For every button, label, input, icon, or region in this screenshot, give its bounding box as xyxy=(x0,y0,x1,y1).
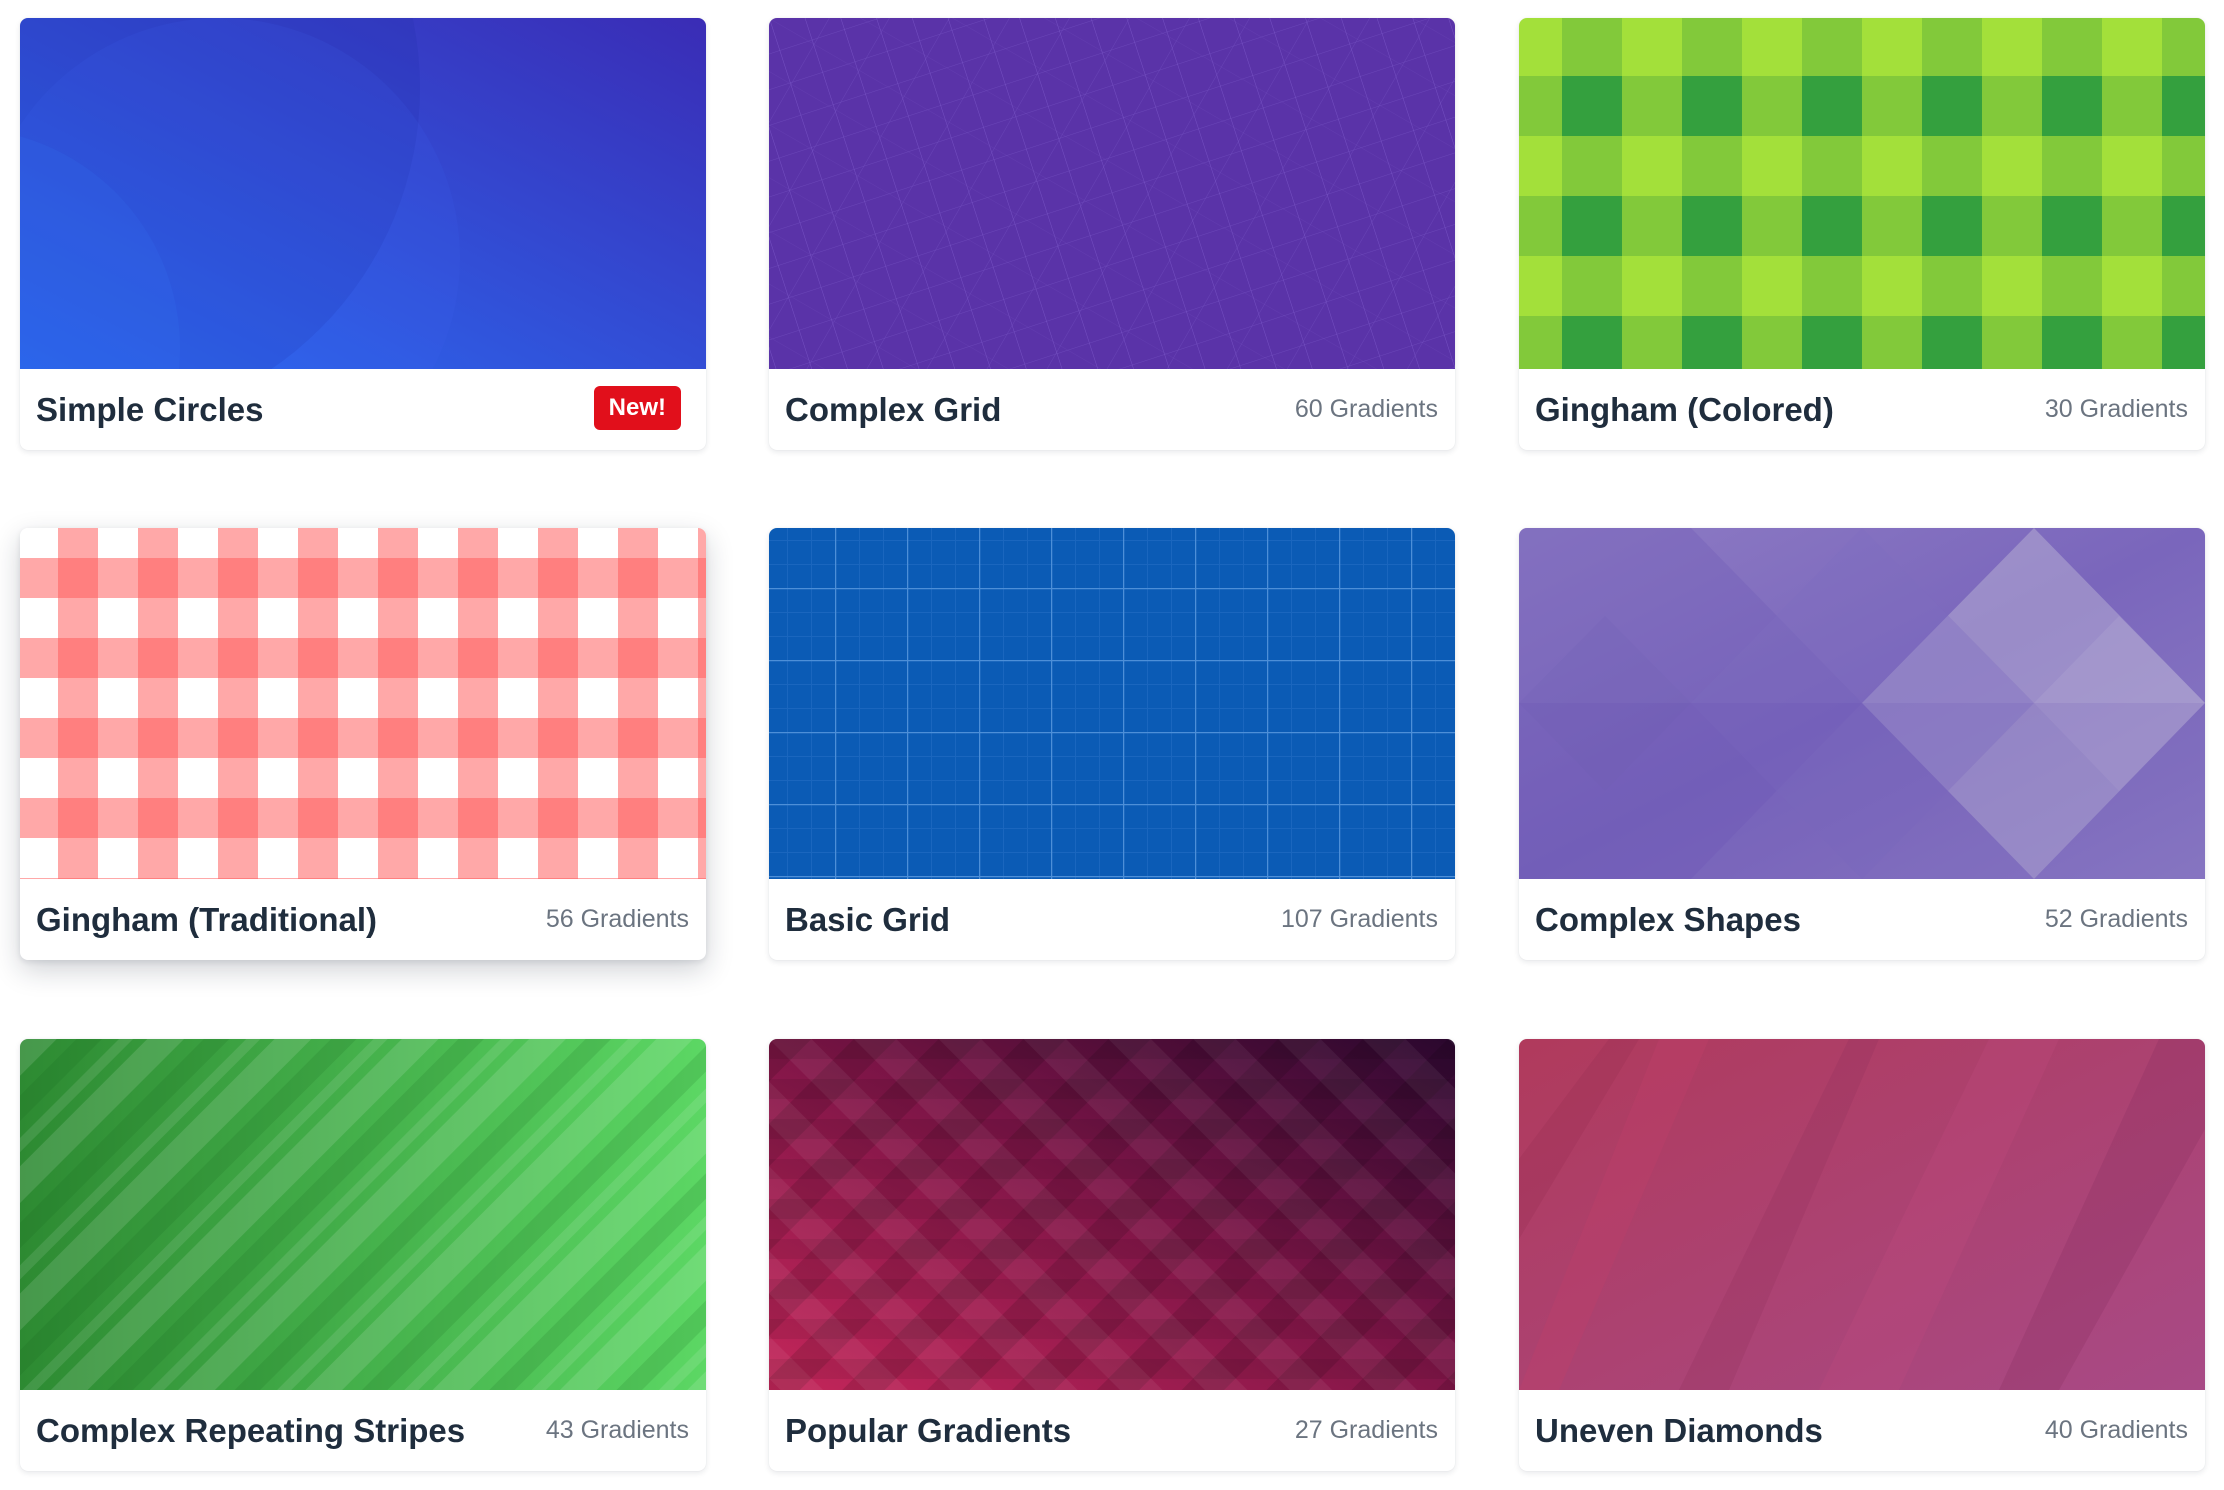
category-card-simple-circles[interactable]: Simple Circles New! xyxy=(20,18,706,450)
new-badge: New! xyxy=(593,386,681,430)
category-title: Complex Shapes xyxy=(1535,901,1801,938)
category-thumbnail xyxy=(1519,1039,2205,1390)
category-card-gingham-colored[interactable]: Gingham (Colored) 30 Gradients xyxy=(1519,18,2205,450)
category-title: Gingham (Colored) xyxy=(1535,391,1834,428)
gradient-count: 43 Gradients xyxy=(545,1416,689,1444)
category-title: Uneven Diamonds xyxy=(1535,1412,1823,1449)
category-title: Gingham (Traditional) xyxy=(36,901,378,938)
category-thumbnail xyxy=(20,18,706,369)
category-thumbnail xyxy=(1519,18,2205,369)
category-card-basic-grid[interactable]: Basic Grid 107 Gradients xyxy=(769,528,1455,960)
gradient-count: 27 Gradients xyxy=(1294,1416,1438,1444)
card-footer: Popular Gradients 27 Gradients xyxy=(769,1390,1455,1471)
card-footer: Complex Grid 60 Gradients xyxy=(769,369,1455,450)
card-footer: Simple Circles New! xyxy=(20,369,706,450)
card-footer: Basic Grid 107 Gradients xyxy=(769,879,1455,960)
card-footer: Complex Shapes 52 Gradients xyxy=(1519,879,2205,960)
category-card-uneven-diamonds[interactable]: Uneven Diamonds 40 Gradients xyxy=(1519,1039,2205,1471)
category-title: Complex Repeating Stripes xyxy=(36,1412,466,1449)
category-title: Basic Grid xyxy=(785,901,951,938)
category-card-popular-gradients[interactable]: Popular Gradients 27 Gradients xyxy=(769,1039,1455,1471)
category-thumbnail xyxy=(1519,528,2205,879)
category-thumbnail xyxy=(769,1039,1455,1390)
category-card-complex-grid[interactable]: Complex Grid 60 Gradients xyxy=(769,18,1455,450)
gradient-category-grid: Simple Circles New! Complex Grid 60 Grad… xyxy=(0,0,2224,1490)
gradient-count: 52 Gradients xyxy=(2044,905,2188,933)
card-footer: Uneven Diamonds 40 Gradients xyxy=(1519,1390,2205,1471)
gradient-count: 30 Gradients xyxy=(2044,395,2188,423)
category-card-gingham-traditional[interactable]: Gingham (Traditional) 56 Gradients xyxy=(20,528,706,960)
category-title: Simple Circles xyxy=(36,391,264,428)
card-footer: Gingham (Colored) 30 Gradients xyxy=(1519,369,2205,450)
category-card-complex-repeating-stripes[interactable]: Complex Repeating Stripes 43 Gradients xyxy=(20,1039,706,1471)
card-footer: Complex Repeating Stripes 43 Gradients xyxy=(20,1390,706,1471)
gradient-count: 107 Gradients xyxy=(1280,905,1438,933)
gradient-count: 40 Gradients xyxy=(2044,1416,2188,1444)
gradient-count: 56 Gradients xyxy=(545,905,689,933)
card-footer: Gingham (Traditional) 56 Gradients xyxy=(20,879,706,960)
category-title: Popular Gradients xyxy=(785,1412,1072,1449)
category-thumbnail xyxy=(769,528,1455,879)
category-thumbnail xyxy=(769,18,1455,369)
category-thumbnail xyxy=(20,528,706,879)
category-thumbnail xyxy=(20,1039,706,1390)
category-title: Complex Grid xyxy=(785,391,1002,428)
gradient-count: 60 Gradients xyxy=(1294,395,1438,423)
category-card-complex-shapes[interactable]: Complex Shapes 52 Gradients xyxy=(1519,528,2205,960)
